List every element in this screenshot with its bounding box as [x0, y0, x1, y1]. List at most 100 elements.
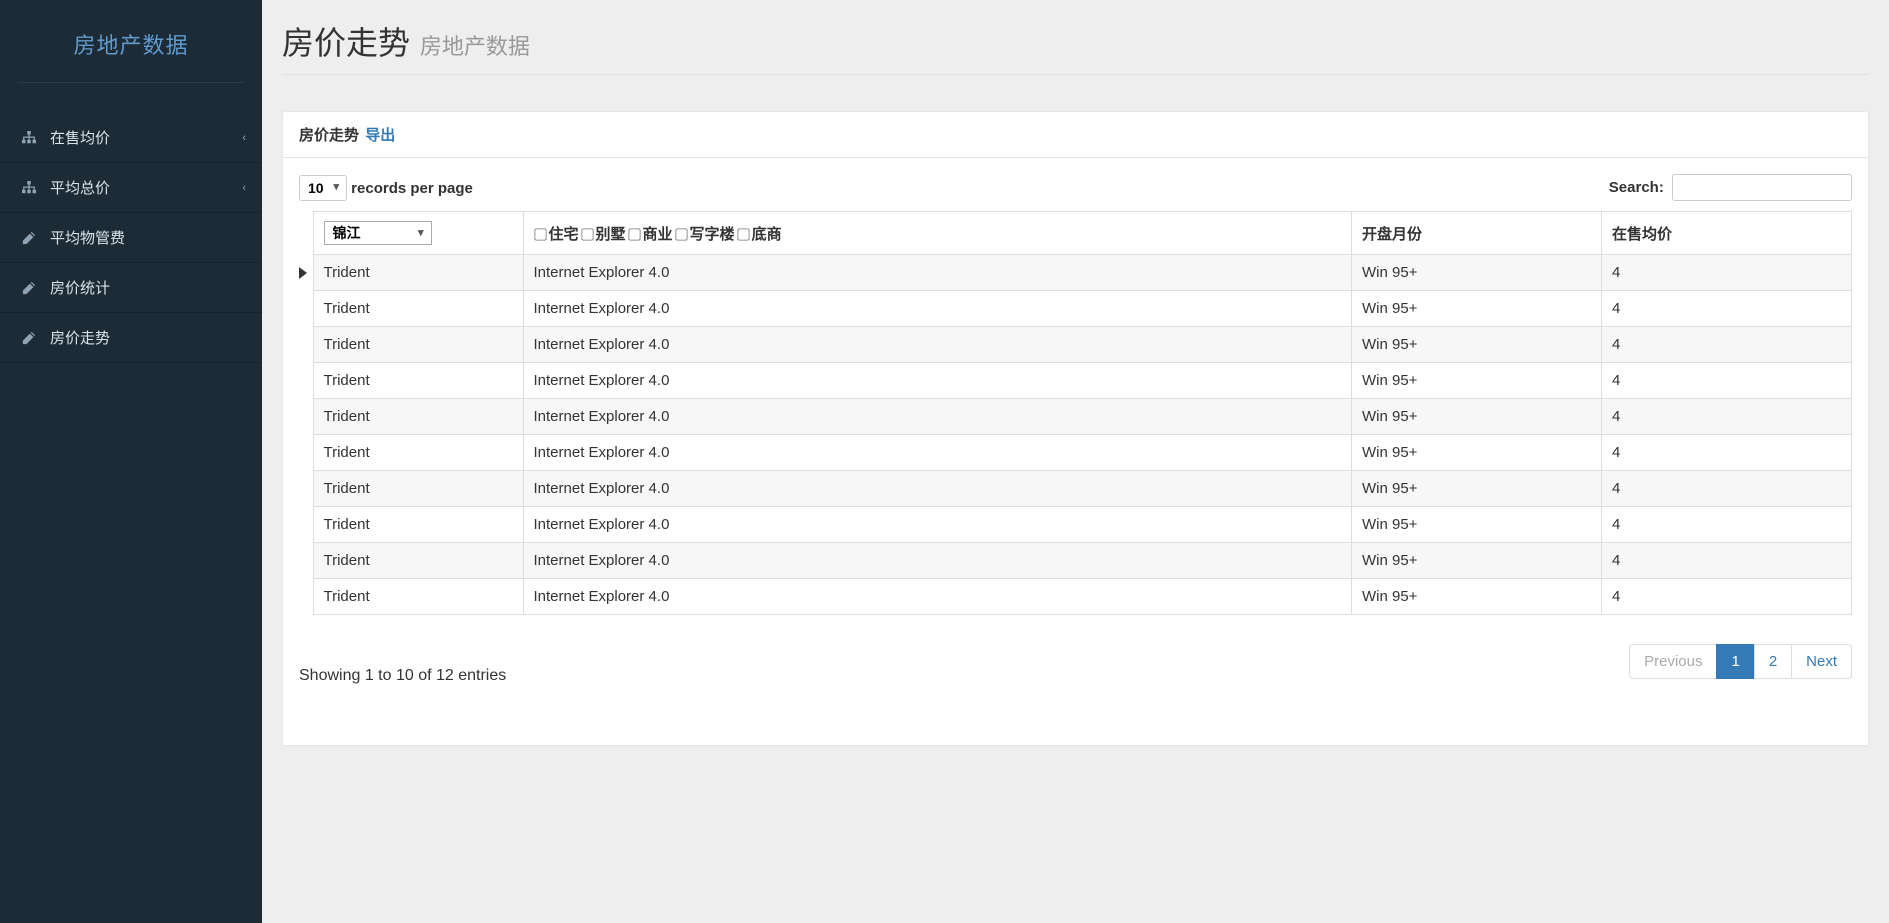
pagination: Previous12Next — [1630, 644, 1852, 679]
sidebar-item-4[interactable]: 房价走势 — [0, 313, 262, 363]
type-checkbox-2[interactable] — [628, 228, 640, 240]
cell-0: Trident — [313, 327, 523, 363]
type-label: 写字楼 — [690, 226, 735, 243]
cell-0: Trident — [313, 507, 523, 543]
cell-3: 4 — [1602, 291, 1852, 327]
cell-1: Internet Explorer 4.0 — [523, 435, 1352, 471]
expand-toggle[interactable] — [299, 471, 313, 507]
cell-2: Win 95+ — [1352, 327, 1602, 363]
sidebar: 房地产数据 在售均价‹平均总价‹平均物管费房价统计房价走势 — [0, 0, 262, 923]
brand: 房地产数据 — [0, 0, 262, 82]
expand-toggle[interactable] — [299, 255, 313, 291]
page-title: 房价走势 — [282, 25, 410, 61]
sitemap-icon — [20, 181, 38, 195]
type-option-1[interactable]: 别墅 — [581, 226, 626, 243]
edit-icon — [20, 331, 38, 345]
cell-2: Win 95+ — [1352, 579, 1602, 615]
sidebar-item-2[interactable]: 平均物管费 — [0, 213, 262, 263]
sidebar-item-label: 在售均价 — [50, 127, 110, 148]
type-option-0[interactable]: 住宅 — [534, 226, 579, 243]
expand-toggle[interactable] — [299, 327, 313, 363]
cell-2: Win 95+ — [1352, 255, 1602, 291]
cell-1: Internet Explorer 4.0 — [523, 255, 1352, 291]
expand-toggle[interactable] — [299, 291, 313, 327]
cell-1: Internet Explorer 4.0 — [523, 291, 1352, 327]
cell-3: 4 — [1602, 507, 1852, 543]
cell-2: Win 95+ — [1352, 435, 1602, 471]
type-checkbox-4[interactable] — [737, 228, 749, 240]
month-header: 开盘月份 — [1352, 212, 1602, 255]
cell-1: Internet Explorer 4.0 — [523, 543, 1352, 579]
type-checkbox-0[interactable] — [534, 228, 546, 240]
pagination-next[interactable]: Next — [1791, 644, 1852, 679]
page-subtitle: 房地产数据 — [420, 34, 530, 59]
cell-3: 4 — [1602, 327, 1852, 363]
cell-3: 4 — [1602, 399, 1852, 435]
chevron-left-icon: ‹ — [242, 182, 246, 194]
brand-link[interactable]: 房地产数据 — [73, 33, 188, 58]
cell-3: 4 — [1602, 255, 1852, 291]
table-row: TridentInternet Explorer 4.0Win 95+4 — [299, 327, 1852, 363]
sidebar-item-0[interactable]: 在售均价 ‹ — [0, 113, 262, 163]
expand-toggle[interactable] — [299, 543, 313, 579]
cell-0: Trident — [313, 291, 523, 327]
records-per-page-label: records per page — [351, 180, 473, 197]
expand-toggle[interactable] — [299, 507, 313, 543]
page-size-select[interactable]: 10 — [299, 175, 347, 201]
table-controls: 10 records per page Search: — [299, 174, 1852, 201]
table-row: TridentInternet Explorer 4.0Win 95+4 — [299, 291, 1852, 327]
edit-icon — [20, 231, 38, 245]
sidebar-item-3[interactable]: 房价统计 — [0, 263, 262, 313]
expand-toggle[interactable] — [299, 363, 313, 399]
table-row: TridentInternet Explorer 4.0Win 95+4 — [299, 507, 1852, 543]
cell-3: 4 — [1602, 471, 1852, 507]
expand-toggle[interactable] — [299, 579, 313, 615]
cell-0: Trident — [313, 255, 523, 291]
search-label: Search: — [1609, 179, 1664, 196]
pagination-previous[interactable]: Previous — [1629, 644, 1717, 679]
data-table: 锦江 住宅别墅商业写字楼底商 开盘月份 在售均价 TridentInternet… — [299, 211, 1852, 615]
chevron-left-icon: ‹ — [242, 132, 246, 144]
cell-0: Trident — [313, 435, 523, 471]
type-option-4[interactable]: 底商 — [737, 226, 782, 243]
panel-body: 10 records per page Search: — [283, 158, 1868, 745]
type-checkbox-3[interactable] — [675, 228, 687, 240]
panel: 房价走势 导出 10 records per page Search: — [282, 111, 1869, 746]
brand-separator — [18, 82, 244, 83]
export-link[interactable]: 导出 — [365, 127, 395, 144]
sidebar-item-label: 房价走势 — [50, 327, 110, 348]
sidebar-item-1[interactable]: 平均总价‹ — [0, 163, 262, 213]
sidebar-item-label: 房价统计 — [50, 277, 110, 298]
cell-0: Trident — [313, 471, 523, 507]
edit-icon — [20, 281, 38, 295]
table-row: TridentInternet Explorer 4.0Win 95+4 — [299, 579, 1852, 615]
table-info: Showing 1 to 10 of 12 entries — [299, 667, 506, 685]
expand-toggle[interactable] — [299, 399, 313, 435]
cell-3: 4 — [1602, 363, 1852, 399]
cell-0: Trident — [313, 363, 523, 399]
cell-2: Win 95+ — [1352, 363, 1602, 399]
cell-2: Win 95+ — [1352, 543, 1602, 579]
pagination-page-1[interactable]: 1 — [1716, 644, 1754, 679]
type-checkbox-1[interactable] — [581, 228, 593, 240]
panel-heading: 房价走势 导出 — [283, 112, 1868, 158]
cell-2: Win 95+ — [1352, 399, 1602, 435]
pagination-page-2[interactable]: 2 — [1754, 644, 1792, 679]
cell-1: Internet Explorer 4.0 — [523, 579, 1352, 615]
table-row: TridentInternet Explorer 4.0Win 95+4 — [299, 543, 1852, 579]
sidebar-item-label: 平均物管费 — [50, 227, 125, 248]
district-header: 锦江 — [313, 212, 523, 255]
cell-2: Win 95+ — [1352, 291, 1602, 327]
panel-title: 房价走势 — [299, 127, 359, 144]
table-row: TridentInternet Explorer 4.0Win 95+4 — [299, 435, 1852, 471]
cell-3: 4 — [1602, 543, 1852, 579]
cell-2: Win 95+ — [1352, 471, 1602, 507]
cell-1: Internet Explorer 4.0 — [523, 363, 1352, 399]
search-input[interactable] — [1672, 174, 1852, 201]
type-option-3[interactable]: 写字楼 — [675, 226, 735, 243]
expand-toggle[interactable] — [299, 435, 313, 471]
district-select[interactable]: 锦江 — [324, 221, 432, 245]
type-label: 住宅 — [549, 226, 579, 243]
type-label: 商业 — [643, 226, 673, 243]
type-option-2[interactable]: 商业 — [628, 226, 673, 243]
